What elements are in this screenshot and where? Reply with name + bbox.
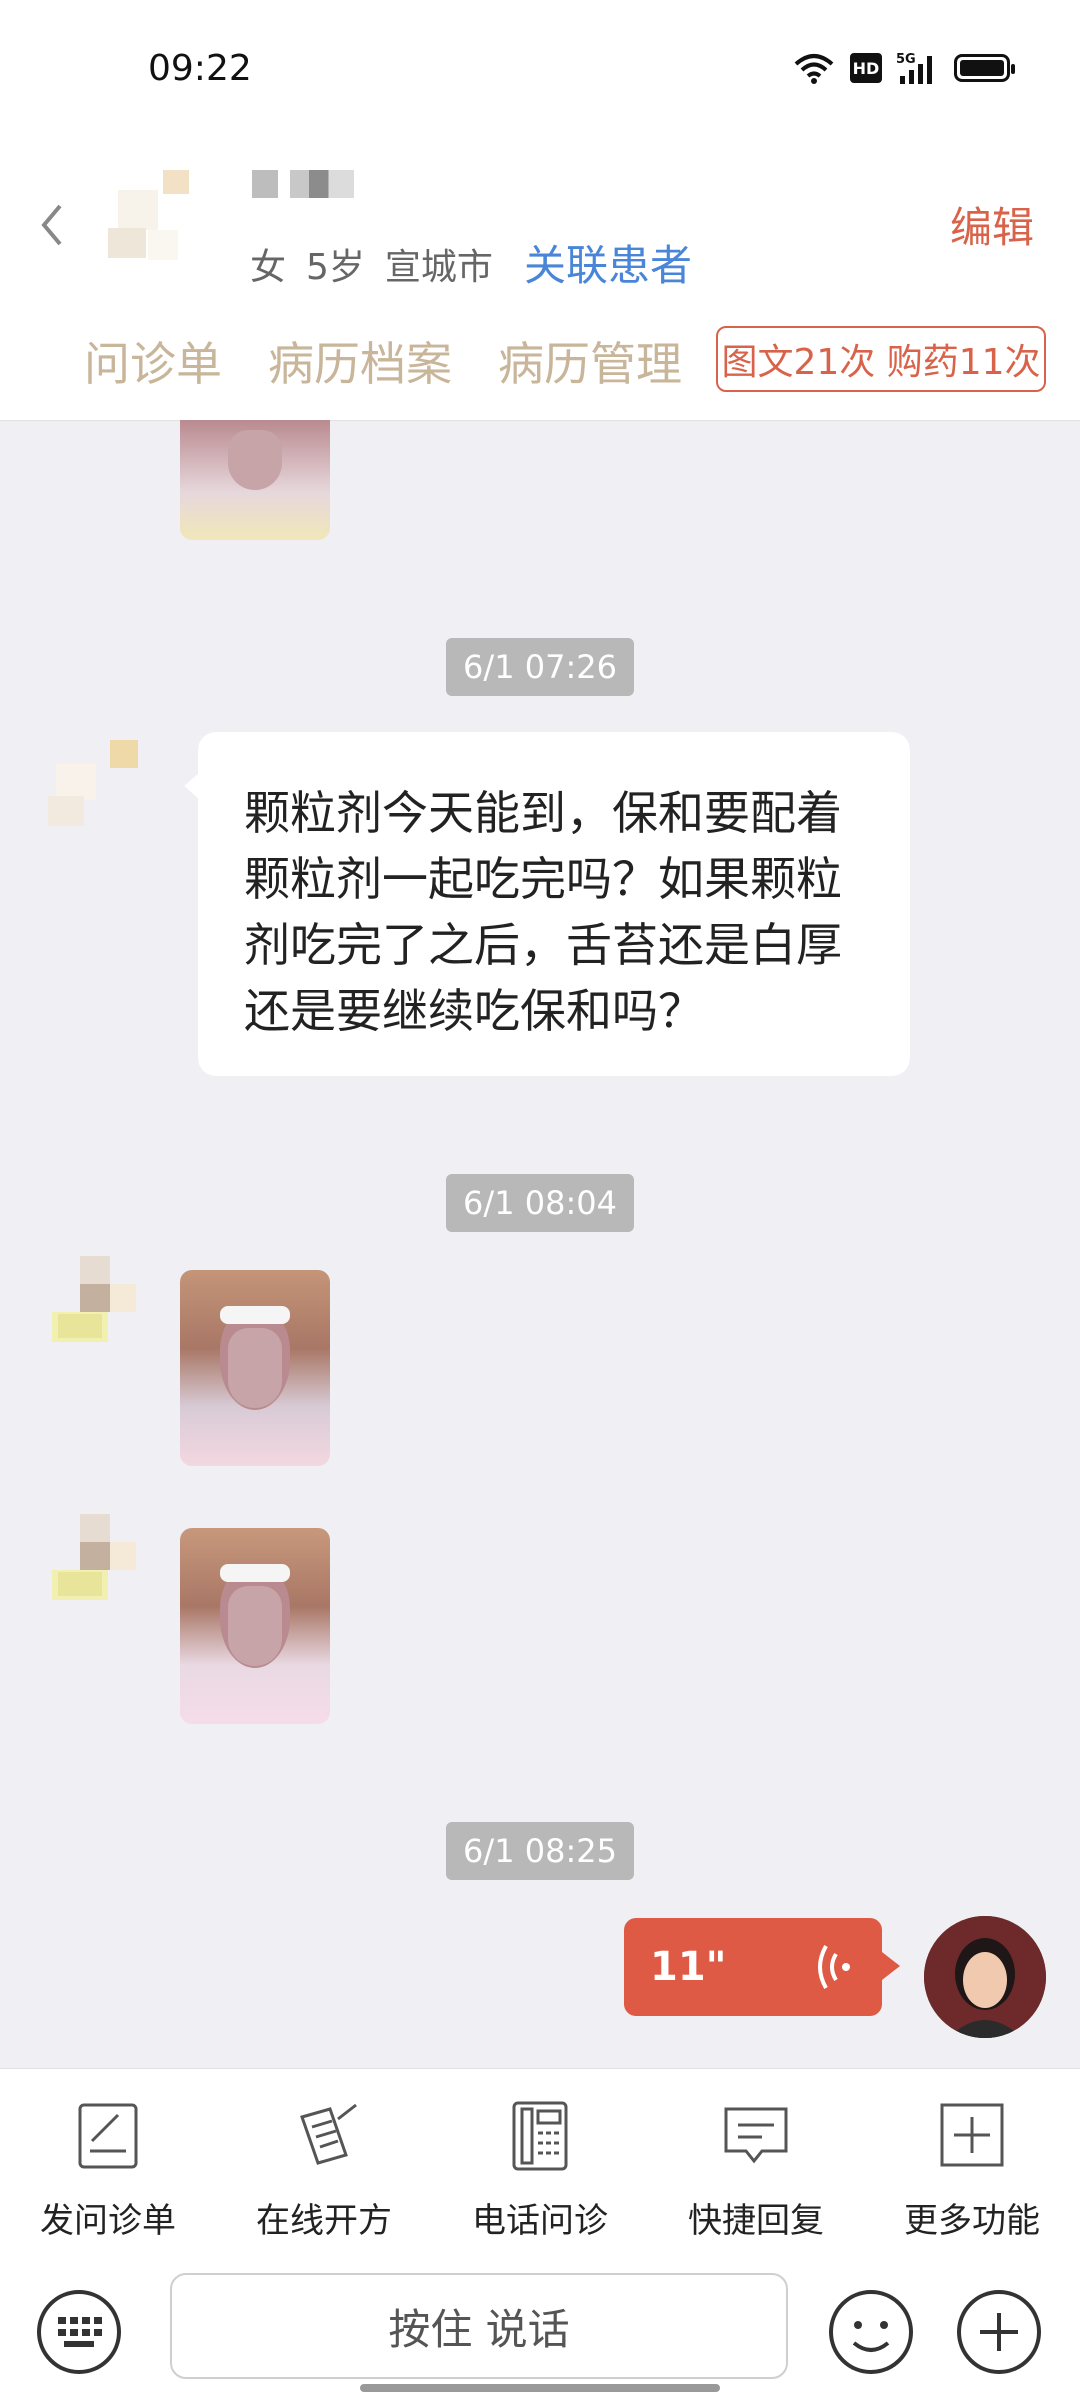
- tool-label: 快捷回复: [688, 2201, 824, 2241]
- patient-text-message[interactable]: 颗粒剂今天能到，保和要配着颗粒剂一起吃完吗？如果颗粒剂吃完了之后，舌苔还是白厚还…: [184, 732, 910, 1076]
- patient-age: 5岁: [306, 247, 365, 288]
- patient-city: 宣城市: [384, 247, 493, 288]
- more-icon: [940, 2103, 1004, 2167]
- link-patient-button[interactable]: 关联患者: [524, 232, 692, 293]
- form-icon: [78, 2103, 138, 2169]
- timestamp: 6/1 08:04: [446, 1174, 634, 1232]
- patient-gender: 女: [250, 247, 287, 288]
- online-prescription-button[interactable]: 在线开方: [216, 2069, 432, 2251]
- voice-message[interactable]: 11": [624, 1918, 900, 2016]
- tongue-photo-message[interactable]: [180, 1528, 330, 1724]
- network-label: 5G: [896, 52, 916, 67]
- timestamp: 6/1 07:26: [446, 638, 634, 696]
- tool-label: 电话问诊: [472, 2201, 608, 2241]
- battery-icon: [954, 54, 1015, 82]
- signal-icon: 5G: [896, 52, 932, 84]
- back-arrow-icon[interactable]: [36, 200, 66, 250]
- wifi-icon: [794, 54, 834, 84]
- doctor-portrait-icon: [924, 1916, 1046, 2038]
- doctor-avatar[interactable]: [924, 1916, 1046, 2038]
- timestamp: 6/1 08:25: [446, 1822, 634, 1880]
- quick-reply-button[interactable]: 快捷回复: [648, 2069, 864, 2251]
- tab-consult-form[interactable]: 问诊单: [84, 328, 222, 394]
- more-functions-button[interactable]: 更多功能: [864, 2069, 1080, 2251]
- home-indicator[interactable]: [360, 2384, 720, 2392]
- hold-to-talk-button[interactable]: 按住 说话: [170, 2273, 788, 2379]
- patient-avatar-blurred[interactable]: [108, 170, 218, 290]
- keyboard-icon[interactable]: [34, 2287, 124, 2377]
- send-consult-form-button[interactable]: 发问诊单: [0, 2069, 216, 2251]
- phone-icon: [512, 2101, 568, 2171]
- status-bar: 09:22 HD 5G: [0, 0, 1080, 140]
- tab-medical-records[interactable]: 病历档案: [268, 328, 452, 394]
- tool-label: 在线开方: [256, 2201, 392, 2241]
- emoji-icon[interactable]: [826, 2287, 916, 2377]
- patient-avatar[interactable]: [36, 740, 146, 860]
- patient-avatar[interactable]: [36, 1256, 146, 1376]
- voice-duration: 11": [650, 1944, 727, 1990]
- status-time: 09:22: [148, 48, 252, 89]
- tool-label: 发问诊单: [40, 2201, 176, 2241]
- phone-consult-button[interactable]: 电话问诊: [432, 2069, 648, 2251]
- stats-badge[interactable]: 图文21次 购药11次: [716, 326, 1046, 392]
- edit-button[interactable]: 编辑: [950, 194, 1034, 255]
- prescription-icon: [300, 2103, 357, 2165]
- patient-info: 女 5岁 宣城市: [250, 238, 513, 290]
- audio-wave-icon: [818, 1945, 850, 1989]
- hd-icon: HD: [850, 53, 882, 83]
- patient-avatar[interactable]: [36, 1514, 146, 1634]
- quick-reply-icon: [724, 2107, 788, 2164]
- patient-name-blurred: [252, 170, 354, 198]
- add-icon[interactable]: [954, 2287, 1044, 2377]
- status-icons: HD 5G: [792, 50, 1015, 86]
- tongue-photo-message[interactable]: [180, 1270, 330, 1466]
- chat-header: 女 5岁 宣城市 关联患者 编辑 问诊单 病历档案 病历管理 图文21次 购药11次: [0, 140, 1080, 421]
- quick-tools-bar: 发问诊单 在线开方 电话问诊 快捷回复 更多功能: [0, 2068, 1080, 2252]
- tool-label: 更多功能: [904, 2201, 1040, 2241]
- tongue-photo-message[interactable]: [180, 420, 330, 540]
- input-bar: 按住 说话: [0, 2251, 1080, 2400]
- tab-records-management[interactable]: 病历管理: [498, 328, 682, 394]
- header-tabs: 问诊单 病历档案 病历管理: [84, 328, 682, 394]
